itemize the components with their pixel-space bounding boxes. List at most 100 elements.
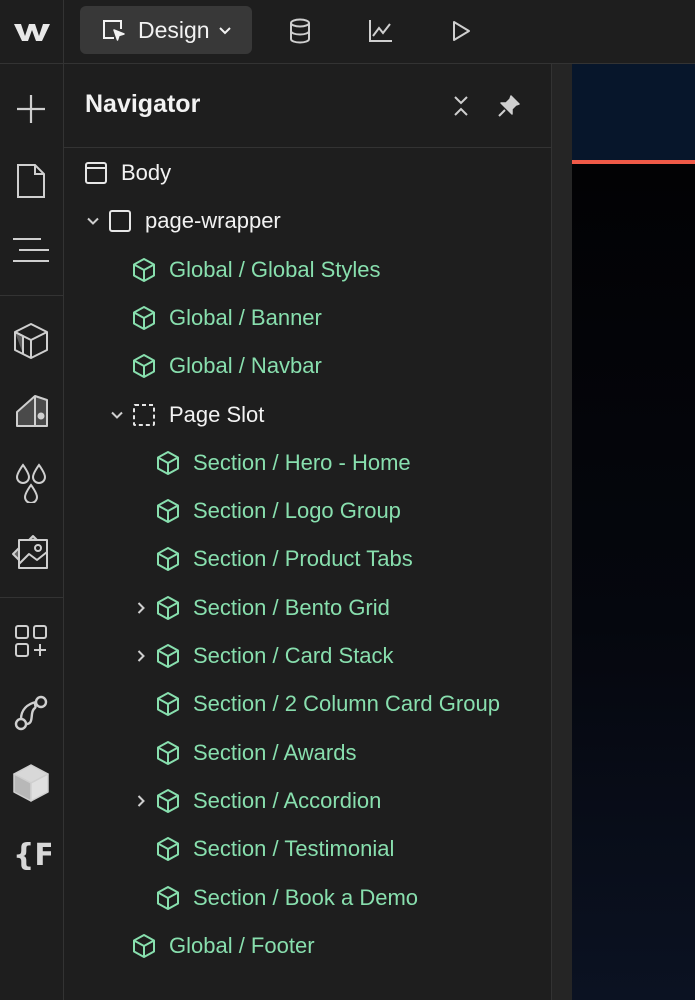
navigator-item-label: Section / Book a Demo <box>193 884 419 910</box>
caret-spacer <box>109 310 125 326</box>
navigator-item-label: page-wrapper <box>145 208 281 234</box>
caret-spacer <box>133 841 149 857</box>
left-toolbar: {F <box>0 64 64 1000</box>
body-icon <box>83 160 109 186</box>
chevron-down-icon[interactable] <box>109 407 125 423</box>
navigator-tree-item[interactable]: Global / Footer <box>109 926 315 966</box>
navigator-tree-item[interactable]: Body <box>61 153 171 193</box>
caret-spacer <box>133 455 149 471</box>
chevron-right-icon[interactable] <box>133 648 149 664</box>
navigator-tree-item[interactable]: Section / Bento Grid <box>133 588 390 628</box>
component-icon <box>155 498 181 524</box>
navigator-item-label: Page Slot <box>169 401 265 427</box>
navigator-tree-item[interactable]: page-wrapper <box>85 201 281 241</box>
pin-icon[interactable] <box>495 92 523 120</box>
navigator-item-label: Body <box>121 160 172 185</box>
navigator-item-label: Global / Banner <box>169 304 322 330</box>
navigator-tree-item[interactable]: Page Slot <box>109 395 264 435</box>
cms-icon[interactable] <box>8 760 54 806</box>
navigator-item-label: Section / Hero - Home <box>193 449 411 475</box>
navigator-item-label: Global / Footer <box>169 932 315 958</box>
navigator-tree-item[interactable]: Section / 2 Column Card Group <box>133 684 500 724</box>
preview-play-icon[interactable] <box>444 14 478 48</box>
navigator-item-label: Section / Accordion <box>193 787 382 813</box>
design-canvas[interactable] <box>552 64 695 1000</box>
caret-spacer <box>133 696 149 712</box>
chevron-right-icon[interactable] <box>133 600 149 616</box>
caret-spacer <box>109 938 125 954</box>
component-icon <box>155 450 181 476</box>
add-icon[interactable] <box>8 86 54 132</box>
navigator-item-label: Section / 2 Column Card Group <box>193 691 500 717</box>
navigator-title: Navigator <box>85 90 201 118</box>
chevron-down-icon <box>218 23 232 37</box>
pages-icon[interactable] <box>8 158 54 204</box>
canvas-gutter <box>552 64 572 1000</box>
navigator-tree-item[interactable]: Global / Banner <box>109 298 322 338</box>
variables-icon[interactable] <box>8 460 54 506</box>
navigator-item-label: Section / Card Stack <box>193 643 394 668</box>
design-cursor-icon <box>100 17 126 43</box>
caret-spacer <box>61 165 77 181</box>
logic-icon[interactable] <box>8 690 54 736</box>
components-icon[interactable] <box>8 318 54 364</box>
component-icon <box>155 740 181 766</box>
design-mode-button[interactable]: Design <box>80 6 252 54</box>
analyze-chart-icon[interactable] <box>363 14 397 48</box>
top-bar: Design <box>0 0 695 64</box>
navigator-item-label: Section / Testimonial <box>193 836 395 862</box>
component-icon <box>131 305 157 331</box>
toolbar-divider <box>0 295 63 296</box>
collapse-all-icon[interactable] <box>447 92 475 120</box>
navigator-tree-item[interactable]: Section / Card Stack <box>133 636 394 676</box>
database-icon[interactable] <box>283 14 317 48</box>
caret-spacer <box>133 551 149 567</box>
slot-icon <box>131 402 157 428</box>
style-selectors-icon[interactable] <box>8 388 54 434</box>
canvas-banner <box>572 64 695 160</box>
caret-spacer <box>109 358 125 374</box>
navigator-item-label: Global / Navbar <box>169 353 322 379</box>
chevron-right-icon[interactable] <box>133 793 149 809</box>
navigator-tree-item[interactable]: Section / Awards <box>133 733 356 773</box>
navigator-item-label: Section / Awards <box>193 739 357 765</box>
chevron-down-icon[interactable] <box>85 213 101 229</box>
navigator-panel: Navigator Body page-wrapper Global / Globa… <box>64 64 552 1000</box>
navigator-tree-item[interactable]: Section / Product Tabs <box>133 539 413 579</box>
navigator-item-label: Global / Global Styles <box>169 256 381 282</box>
caret-spacer <box>133 745 149 761</box>
design-mode-label: Design <box>138 16 210 43</box>
component-icon <box>131 933 157 959</box>
component-icon <box>155 546 181 572</box>
navigator-tree-item[interactable]: Section / Accordion <box>133 781 381 821</box>
component-icon <box>131 257 157 283</box>
toolbar-divider <box>0 597 63 598</box>
component-icon <box>155 595 181 621</box>
component-icon <box>155 788 181 814</box>
navigator-tree-item[interactable]: Global / Global Styles <box>109 250 381 290</box>
webflow-logo[interactable] <box>0 0 64 64</box>
element-box-icon <box>107 208 133 234</box>
navigator-tree-item[interactable]: Section / Hero - Home <box>133 443 411 483</box>
component-icon <box>131 353 157 379</box>
navigator-item-label: Section / Bento Grid <box>193 594 390 620</box>
component-icon <box>155 691 181 717</box>
navigator-header: Navigator <box>64 64 551 148</box>
component-icon <box>155 643 181 669</box>
caret-spacer <box>133 503 149 519</box>
navigator-tree-item[interactable]: Section / Book a Demo <box>133 878 418 918</box>
svg-text:{F: {F <box>13 838 51 871</box>
component-icon <box>155 885 181 911</box>
navigator-tree-item[interactable]: Global / Navbar <box>109 346 322 386</box>
caret-spacer <box>109 262 125 278</box>
navigator-item-label: Section / Logo Group <box>193 498 401 524</box>
apps-icon[interactable] <box>8 618 54 664</box>
navigator-tree-item[interactable]: Section / Testimonial <box>133 829 394 869</box>
navigator-item-label: Section / Product Tabs <box>193 546 413 572</box>
finsweet-icon[interactable]: {F <box>8 830 54 876</box>
navigator-icon[interactable] <box>8 227 54 273</box>
component-icon <box>155 836 181 862</box>
caret-spacer <box>133 890 149 906</box>
navigator-tree-item[interactable]: Section / Logo Group <box>133 491 401 531</box>
assets-icon[interactable] <box>8 530 54 576</box>
